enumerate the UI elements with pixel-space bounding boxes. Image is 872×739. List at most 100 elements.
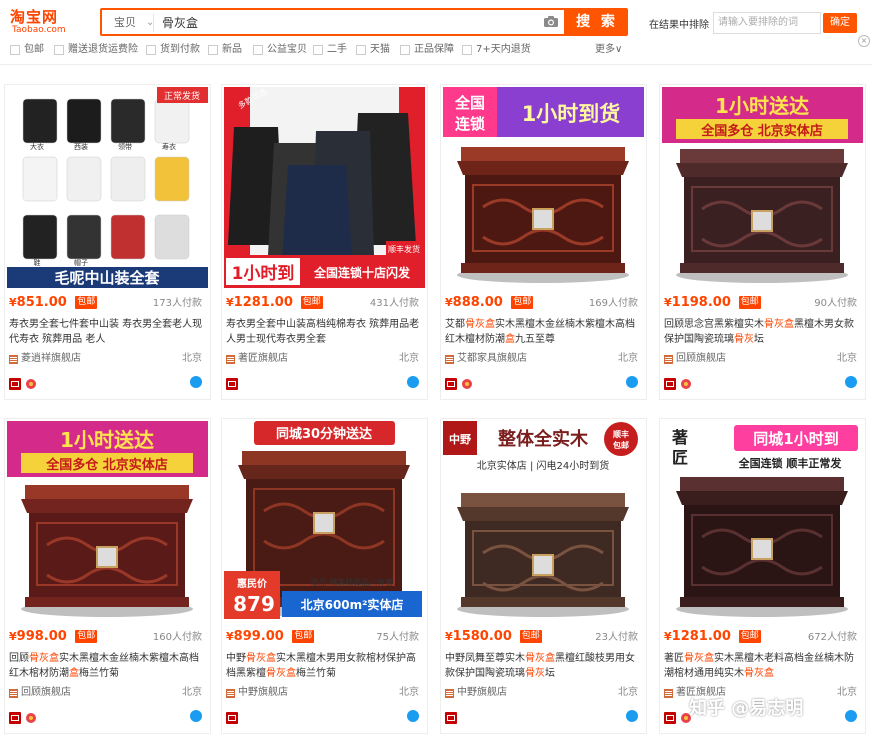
product-card[interactable]: 1小时送达 全国多仓 北京实体店 ¥998.00 包邮 160人付款 回顾骨灰盒… xyxy=(4,418,211,734)
filter-charity[interactable]: 公益宝贝 xyxy=(253,42,307,58)
product-image[interactable]: 著 匠 同城1小时到 全国连锁 顺丰正常发 xyxy=(662,421,863,622)
product-card[interactable]: 中野 整体全实木 顺丰 包邮 北京实体店 | 闪电24小时到货 ¥1580.00… xyxy=(440,418,647,734)
title-highlight: 骨灰 xyxy=(525,668,545,679)
shop-link[interactable]: 中野旗舰店 xyxy=(445,686,507,700)
title-text: 中野 xyxy=(226,653,246,664)
filter-bar: 包邮 赠送退货运费险 货到付款 新品 公益宝贝 二手 天猫 正品保障 7+天内退… xyxy=(10,42,630,58)
logo-text: 淘宝网 xyxy=(10,8,59,26)
filter-label: 包邮 xyxy=(24,44,44,55)
title-highlight: 骨灰盒 xyxy=(465,319,495,330)
shop-name: 回顾旗舰店 xyxy=(21,687,71,698)
product-card[interactable]: 全国 连锁 1小时到货 ¥888.00 包邮 169人付款 艾都骨灰盒实木黑檀木… xyxy=(440,84,647,400)
svg-text:顺丰发货: 顺丰发货 xyxy=(388,244,420,254)
wangwang-chat-icon[interactable] xyxy=(845,376,857,388)
filter-7day-return[interactable]: 7+天内退货 xyxy=(462,42,531,58)
currency-symbol: ¥ xyxy=(664,296,672,309)
shop-icon xyxy=(9,355,18,364)
filter-tmall[interactable]: 天猫 xyxy=(356,42,390,58)
svg-text:惠民价: 惠民价 xyxy=(237,577,268,590)
filter-cod[interactable]: 货到付款 xyxy=(146,42,200,58)
camera-icon[interactable] xyxy=(543,15,559,28)
filter-new[interactable]: 新品 xyxy=(208,42,242,58)
svg-text:包邮: 包邮 xyxy=(612,440,629,450)
filter-return-insurance[interactable]: 赠送退货运费险 xyxy=(54,42,138,58)
currency-symbol: ¥ xyxy=(9,630,17,643)
wangwang-chat-icon[interactable] xyxy=(626,376,638,388)
product-title[interactable]: 中野凤舞至尊实木骨灰盒黑檀红酸枝男用女款保护国陶瓷琉璃骨灰坛 xyxy=(445,651,641,681)
filter-secondhand[interactable]: 二手 xyxy=(313,42,347,58)
wangwang-chat-icon[interactable] xyxy=(626,710,638,722)
product-image[interactable]: 全国 连锁 1小时到货 xyxy=(443,87,644,288)
more-filters-button[interactable]: 更多∨ xyxy=(595,42,622,58)
product-card[interactable]: 同城30分钟送达 惠民价 879 赠品:精美随葬品八件套 北京600m²实体店 … xyxy=(221,418,428,734)
checkbox[interactable] xyxy=(146,45,156,55)
shop-link[interactable]: 菱逍祥旗舰店 xyxy=(9,352,81,366)
shop-name: 菱逍祥旗舰店 xyxy=(21,353,81,364)
checkbox[interactable] xyxy=(356,45,366,55)
tmall-icon xyxy=(9,709,21,724)
product-card[interactable]: 1小时送达 全国多仓 北京实体店 ¥1198.00 包邮 90人付款 回顾思念宫… xyxy=(659,84,866,400)
taobao-logo[interactable]: 淘宝网 Taobao.com xyxy=(10,6,76,36)
product-image[interactable]: 同城30分钟送达 惠民价 879 赠品:精美随葬品八件套 北京600m²实体店 xyxy=(224,421,425,622)
shop-link[interactable]: 艾都家具旗舰店 xyxy=(445,352,527,366)
product-title[interactable]: 中野骨灰盒实木黑檀木男用女款棺材保护高档黑紫檀骨灰盒梅兰竹菊 xyxy=(226,651,422,681)
price-value: 998.00 xyxy=(16,629,67,644)
svg-text:1小时到: 1小时到 xyxy=(232,264,295,284)
checkbox[interactable] xyxy=(253,45,263,55)
product-card[interactable]: 著 匠 同城1小时到 全国连锁 顺丰正常发 ¥1281.00 包邮 672人付款… xyxy=(659,418,866,734)
filter-baoyou[interactable]: 包邮 xyxy=(10,42,44,58)
checkbox[interactable] xyxy=(54,45,64,55)
filter-genuine[interactable]: 正品保障 xyxy=(400,42,454,58)
title-text: 中野凤舞至尊实木 xyxy=(445,653,525,664)
product-title[interactable]: 著匠骨灰盒实木黑檀木老料高档金丝楠木防潮棺材通用纯实木骨灰盒 xyxy=(664,651,860,681)
search-box: 宝贝 ⌄ 骨灰盒 xyxy=(100,8,566,36)
svg-text:全国连锁 顺丰正常发: 全国连锁 顺丰正常发 xyxy=(738,456,843,470)
wangwang-chat-icon[interactable] xyxy=(407,376,419,388)
product-card[interactable]: 正常发货 大衣 西装 领带 寿衣 鞋 帽子 毛呢中山装全套 ¥851.00 包邮… xyxy=(4,84,211,400)
product-title[interactable]: 寿衣男全套中山装高档纯棉寿衣 殡葬用品老人男士现代寿衣男全套 xyxy=(226,317,422,347)
close-icon[interactable]: × xyxy=(858,35,870,47)
product-image[interactable]: 中野 整体全实木 顺丰 包邮 北京实体店 | 闪电24小时到货 xyxy=(443,421,644,622)
title-highlight: 盒 xyxy=(69,668,79,679)
shop-link[interactable]: 回顾旗舰店 xyxy=(664,352,726,366)
checkbox[interactable] xyxy=(313,45,323,55)
product-title[interactable]: 艾都骨灰盒实木黑檀木金丝楠木紫檀木高档红木檀材防潮盒九五至尊 xyxy=(445,317,641,347)
wangwang-chat-icon[interactable] xyxy=(190,710,202,722)
product-card[interactable]: 多款可选 顺丰发货 1小时到 全国连锁十店闪发 ¥1281.00 包邮 431人… xyxy=(221,84,428,400)
title-text: 梅兰竹菊 xyxy=(296,668,336,679)
wangwang-chat-icon[interactable] xyxy=(407,710,419,722)
price-value: 1281.00 xyxy=(671,629,731,644)
wangwang-chat-icon[interactable] xyxy=(845,710,857,722)
exclude-confirm-button[interactable]: 确定 xyxy=(823,13,857,33)
product-image[interactable]: 正常发货 大衣 西装 领带 寿衣 鞋 帽子 毛呢中山装全套 xyxy=(7,87,208,288)
svg-text:同城30分钟送达: 同城30分钟送达 xyxy=(276,426,372,442)
product-image[interactable]: 1小时送达 全国多仓 北京实体店 xyxy=(7,421,208,622)
product-title[interactable]: 回顾骨灰盒实木黑檀木金丝楠木紫檀木高档红木棺材防潮盒梅兰竹菊 xyxy=(9,651,205,681)
title-highlight: 骨灰盒 xyxy=(764,319,794,330)
checkbox[interactable] xyxy=(400,45,410,55)
search-input[interactable]: 骨灰盒 xyxy=(162,14,198,32)
shop-link[interactable]: 著匠旗舰店 xyxy=(226,352,288,366)
shop-icon xyxy=(9,689,18,698)
free-shipping-badge: 包邮 xyxy=(738,630,761,643)
checkbox[interactable] xyxy=(10,45,20,55)
product-image[interactable]: 多款可选 顺丰发货 1小时到 全国连锁十店闪发 xyxy=(224,87,425,288)
exclude-filter: 在结果中排除 请输入要排除的词 确定 xyxy=(637,10,867,38)
wangwang-chat-icon[interactable] xyxy=(190,376,202,388)
filter-label: 7+天内退货 xyxy=(476,44,531,55)
exclude-input[interactable]: 请输入要排除的词 xyxy=(713,12,821,34)
checkbox[interactable] xyxy=(208,45,218,55)
shop-link[interactable]: 中野旗舰店 xyxy=(226,686,288,700)
shop-link[interactable]: 回顾旗舰店 xyxy=(9,686,71,700)
product-title[interactable]: 寿衣男全套七件套中山装 寿衣男全套老人现代寿衣 殡葬用品 老人 xyxy=(9,317,205,347)
product-image[interactable]: 1小时送达 全国多仓 北京实体店 xyxy=(662,87,863,288)
svg-text:1小时送达: 1小时送达 xyxy=(715,94,809,118)
search-button[interactable]: 搜 索 xyxy=(566,8,628,36)
search-scope-select[interactable]: 宝贝 ⌄ xyxy=(106,14,154,32)
price-value: 1198.00 xyxy=(671,295,731,310)
product-title[interactable]: 回顾思念宫黑紫檀实木骨灰盒黑檀木男女款保护国陶瓷琉璃骨灰坛 xyxy=(664,317,860,347)
checkbox[interactable] xyxy=(462,45,472,55)
svg-text:全国多仓 北京实体店: 全国多仓 北京实体店 xyxy=(45,457,168,473)
tmall-icon xyxy=(445,709,457,724)
shop-name: 回顾旗舰店 xyxy=(676,353,726,364)
